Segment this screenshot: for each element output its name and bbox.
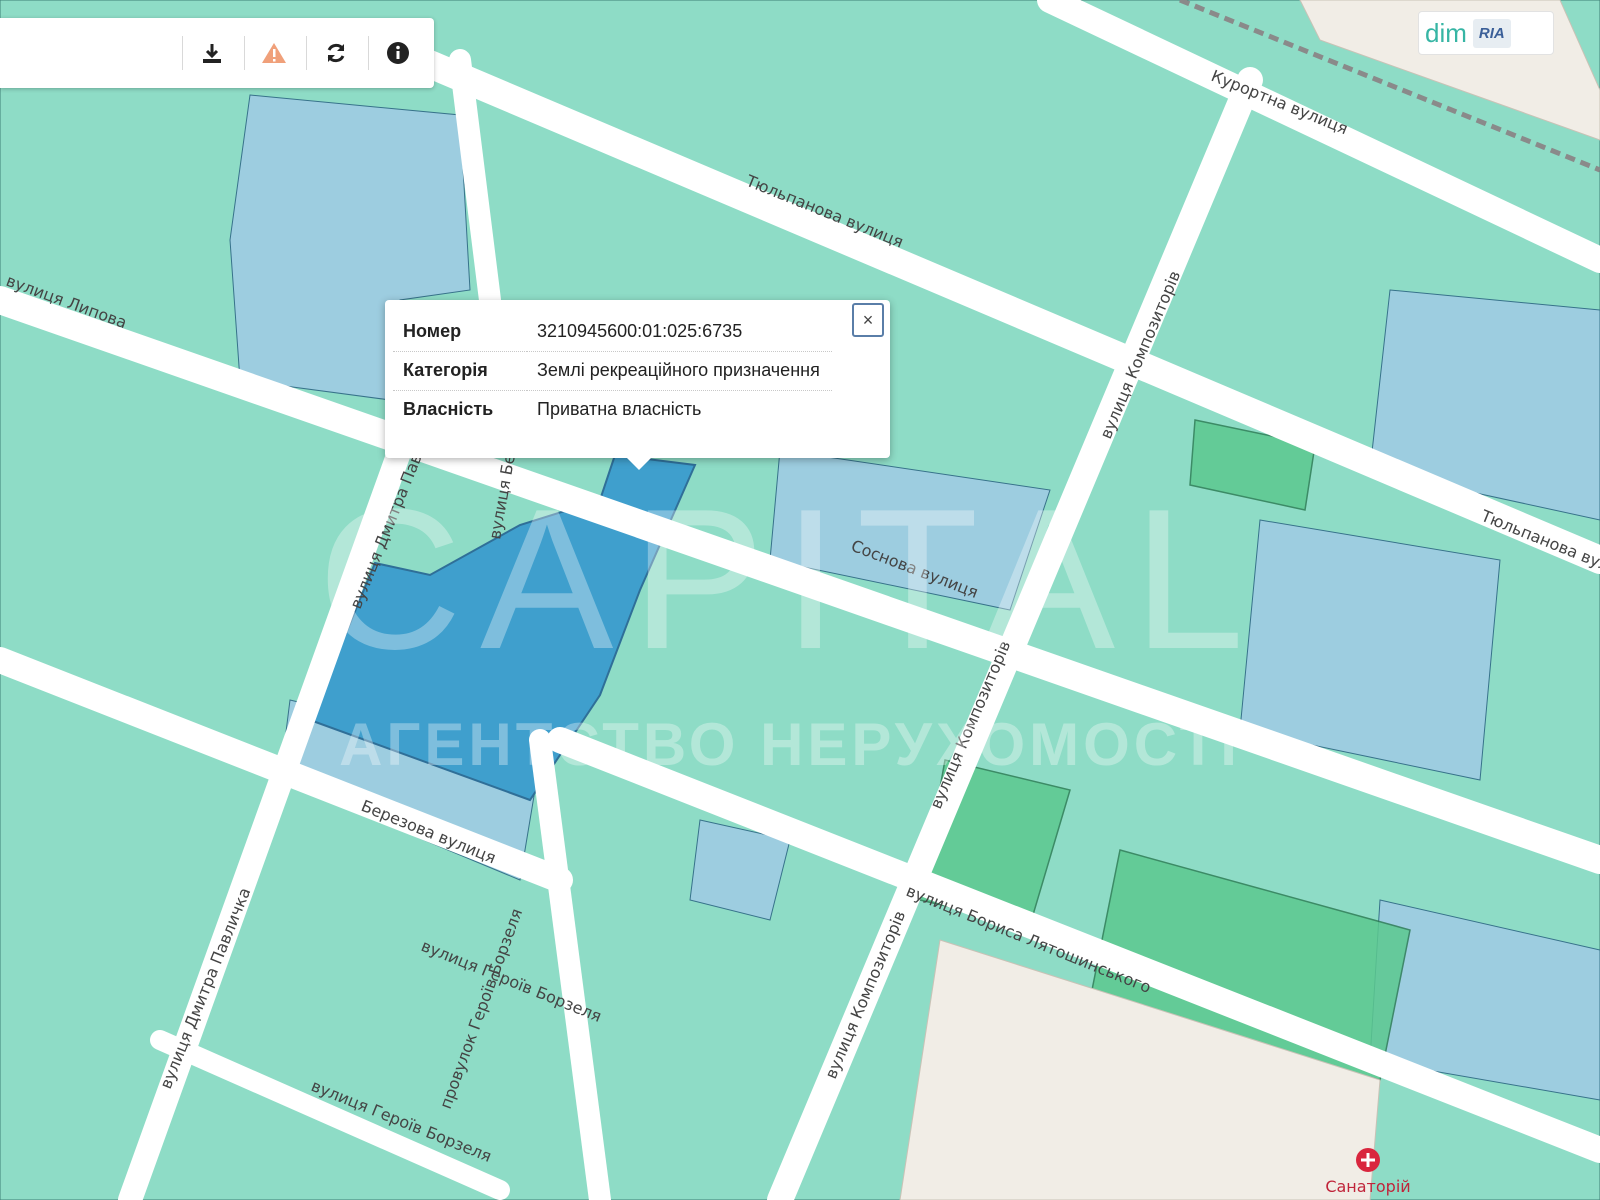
refresh-button[interactable]: [318, 35, 354, 71]
toolbar-divider: [368, 36, 369, 70]
map-toolbar: [0, 18, 434, 88]
info-key: Категорія: [393, 351, 527, 391]
parcel-info-table: Номер 3210945600:01:025:6735 Категорія З…: [393, 313, 832, 429]
toolbar-divider: [306, 36, 307, 70]
warning-icon: [262, 43, 286, 63]
poi-label: Санаторій: [1325, 1177, 1410, 1196]
toolbar-divider: [182, 36, 183, 70]
info-value: Землі рекреаційного призначення: [527, 351, 832, 391]
info-row-category: Категорія Землі рекреаційного призначенн…: [393, 351, 832, 391]
info-value: Приватна власність: [537, 399, 702, 419]
info-key: Власність: [403, 399, 494, 419]
toolbar-divider: [244, 36, 245, 70]
refresh-icon: [327, 43, 345, 63]
download-icon: [203, 44, 221, 63]
logo-text: dim: [1425, 17, 1467, 48]
info-button[interactable]: [380, 35, 416, 71]
cadastral-map[interactable]: Курортна вулиця Тюльпанова вулиця Тюльпа…: [0, 0, 1600, 1200]
parcel-info-popup: Номер 3210945600:01:025:6735 Категорія З…: [385, 300, 890, 470]
info-row-ownership: Власність Приватна власність: [393, 391, 832, 430]
info-row-number: Номер 3210945600:01:025:6735: [393, 313, 832, 352]
popup-close-button[interactable]: ×: [852, 303, 884, 337]
report-problem-button[interactable]: [256, 35, 292, 71]
dimria-logo[interactable]: dim RIA: [1418, 11, 1554, 55]
info-icon: [387, 42, 409, 64]
info-value[interactable]: 3210945600:01:025:6735: [527, 313, 832, 352]
info-key: Номер: [393, 313, 527, 352]
download-button[interactable]: [194, 35, 230, 71]
logo-badge: RIA: [1472, 18, 1511, 48]
